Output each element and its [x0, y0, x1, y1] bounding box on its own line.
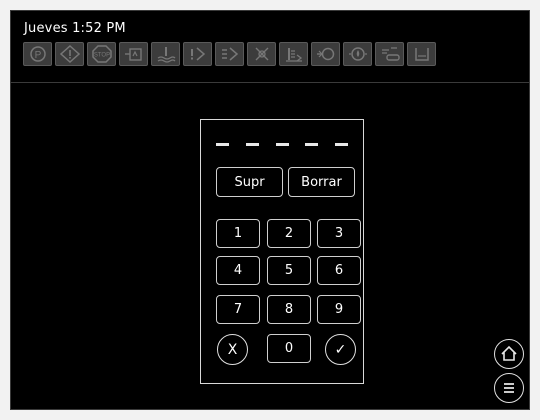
menu-button[interactable] — [494, 373, 524, 403]
home-icon — [501, 345, 517, 361]
key-8[interactable]: 8 — [267, 295, 311, 324]
cancel-button[interactable]: X — [217, 334, 248, 365]
warning-icon — [55, 42, 84, 66]
header-divider — [11, 82, 529, 83]
key-0[interactable]: 0 — [267, 334, 311, 363]
pin-digit-placeholder — [335, 142, 348, 146]
key-5[interactable]: 5 — [267, 256, 311, 285]
key-4[interactable]: 4 — [216, 256, 260, 285]
key-7[interactable]: 7 — [216, 295, 260, 324]
svg-text:P: P — [34, 50, 41, 61]
datetime-label: Jueves 1:52 PM — [24, 21, 126, 36]
hydraulic-filter-icon — [247, 42, 276, 66]
delete-button[interactable]: Supr — [216, 167, 283, 197]
pin-display — [216, 130, 348, 158]
pin-digit-placeholder — [216, 142, 229, 146]
display-screen: Jueves 1:52 PM P STOP Supr Borrar 1 2 3 … — [10, 10, 530, 410]
svg-text:STOP: STOP — [93, 53, 109, 59]
engine-coolant-icon — [119, 42, 148, 66]
confirm-button[interactable]: ✓ — [325, 334, 356, 365]
pin-digit-placeholder — [275, 142, 289, 146]
parking-brake-icon: P — [23, 42, 52, 66]
key-3[interactable]: 3 — [317, 219, 361, 248]
menu-icon — [504, 383, 514, 393]
pin-digit-placeholder — [305, 142, 319, 146]
transmission-warning-icon — [183, 42, 212, 66]
stop-icon: STOP — [87, 42, 116, 66]
pin-keypad: Supr Borrar 1 2 3 4 5 6 7 8 9 X 0 ✓ — [200, 119, 364, 384]
oil-pressure-icon — [343, 42, 372, 66]
engine-oil-icon — [311, 42, 340, 66]
key-6[interactable]: 6 — [317, 256, 361, 285]
coolant-temperature-icon — [151, 42, 180, 66]
pin-digit-placeholder — [245, 142, 259, 146]
clear-button[interactable]: Borrar — [288, 167, 355, 197]
tank-icon — [407, 42, 436, 66]
fuel-level-icon — [279, 42, 308, 66]
transmission-icon — [215, 42, 244, 66]
air-filter-icon — [375, 42, 404, 66]
key-9[interactable]: 9 — [317, 295, 361, 324]
home-button[interactable] — [494, 339, 524, 369]
telltale-toolbar: P STOP — [23, 42, 436, 66]
key-2[interactable]: 2 — [267, 219, 311, 248]
key-1[interactable]: 1 — [216, 219, 260, 248]
